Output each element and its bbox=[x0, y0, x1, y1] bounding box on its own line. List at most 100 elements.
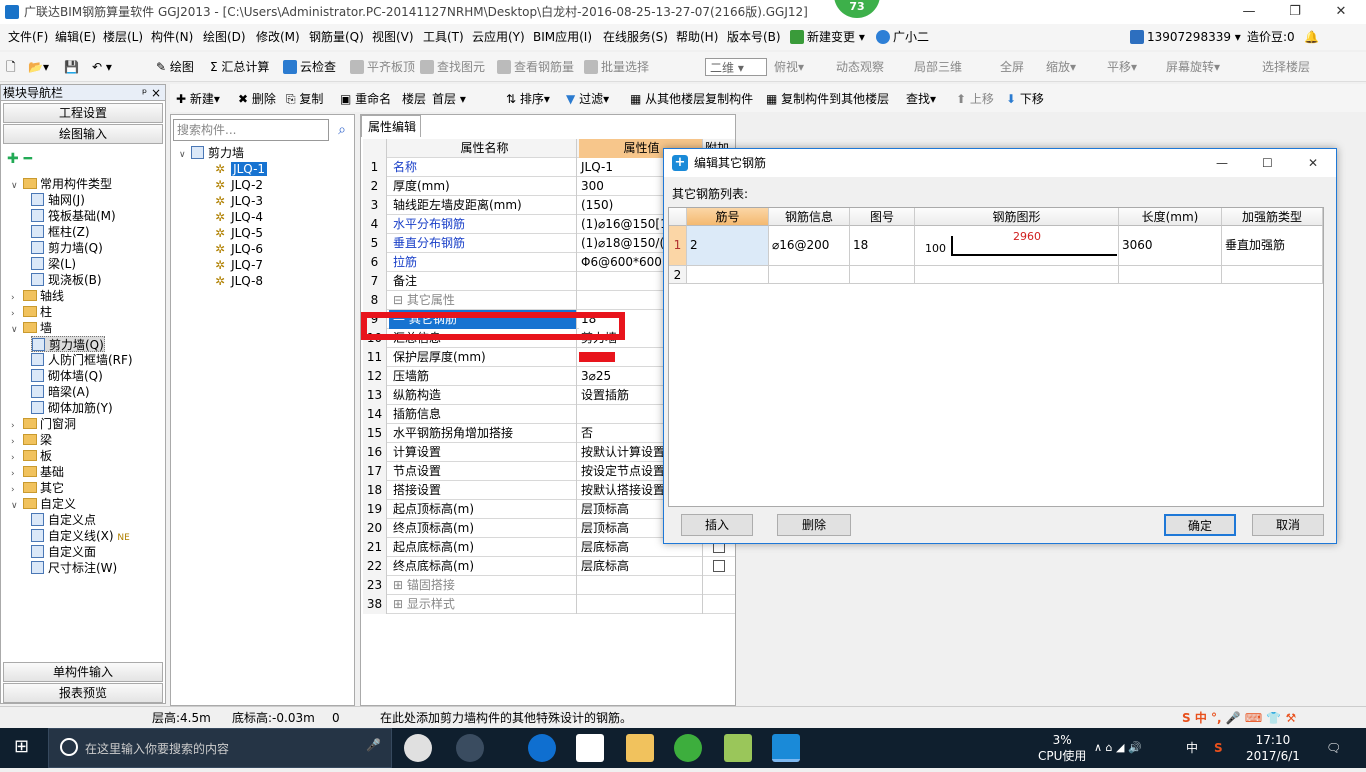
length-cell[interactable] bbox=[1119, 266, 1222, 284]
menu-file[interactable]: 文件(F) bbox=[8, 24, 48, 50]
new-component-button[interactable]: ✚ 新建▾ bbox=[176, 90, 220, 108]
nav-tree-item[interactable]: ∨ 自定义 bbox=[11, 496, 76, 512]
property-row[interactable]: 22 终点底标高(m) 层底标高 bbox=[363, 557, 735, 576]
price-beans[interactable]: 造价豆:0 bbox=[1247, 24, 1295, 50]
open-file-icon[interactable]: 📂▾ bbox=[28, 58, 49, 76]
ok-button[interactable]: 确定 bbox=[1164, 514, 1236, 536]
tab-property-edit[interactable]: 属性编辑 bbox=[361, 115, 421, 137]
view-rebar-qty-button[interactable]: 查看钢筋量 bbox=[497, 58, 574, 76]
expand-chevron-icon[interactable]: ∨ bbox=[11, 322, 21, 338]
rebar-info-cell[interactable] bbox=[769, 266, 850, 284]
cloud-check-button[interactable]: 云检查 bbox=[283, 58, 336, 76]
move-down-button[interactable]: ⬇ 下移 bbox=[1006, 90, 1044, 108]
menu-bim[interactable]: BIM应用(I) bbox=[533, 24, 592, 50]
menu-component[interactable]: 构件(N) bbox=[151, 24, 193, 50]
minimize-button[interactable]: — bbox=[1226, 0, 1272, 24]
nav-tree-item[interactable]: › 板 bbox=[11, 448, 52, 464]
pan-button[interactable]: 平移▾ bbox=[1107, 58, 1137, 76]
expand-chevron-icon[interactable]: ∨ bbox=[11, 498, 21, 514]
menu-online[interactable]: 在线服务(S) bbox=[603, 24, 668, 50]
user-account[interactable]: 13907298339 ▾ bbox=[1130, 24, 1241, 50]
component-item[interactable]: ✲ JLQ-6 bbox=[215, 241, 263, 257]
rename-button[interactable]: ▣ 重命名 bbox=[340, 90, 391, 108]
nav-tree-item[interactable]: 自定义面 bbox=[31, 544, 96, 560]
nav-tree-item[interactable]: 自定义点 bbox=[31, 512, 96, 528]
delete-button[interactable]: 删除 bbox=[777, 514, 851, 536]
menu-rebar[interactable]: 钢筋量(Q) bbox=[309, 24, 364, 50]
component-item[interactable]: ✲ JLQ-4 bbox=[215, 209, 263, 225]
insert-button[interactable]: 插入 bbox=[681, 514, 753, 536]
taskbar-app-green[interactable] bbox=[674, 734, 702, 762]
nav-tree-item[interactable]: › 轴线 bbox=[11, 288, 64, 304]
nav-tree-item[interactable]: 现浇板(B) bbox=[31, 272, 102, 288]
top-view-button[interactable]: 俯视▾ bbox=[774, 58, 804, 76]
expand-collapse-icons[interactable]: ✚ ━ bbox=[7, 151, 32, 167]
property-row[interactable]: 23 ⊞ 锚固搭接 bbox=[363, 576, 735, 595]
copy-component-button[interactable]: ⎘ 复制 bbox=[286, 90, 323, 108]
menu-assistant[interactable]: 广小二 bbox=[876, 24, 929, 50]
draw-input-button[interactable]: 绘图输入 bbox=[3, 124, 163, 144]
bar-no-cell[interactable]: 2 bbox=[687, 226, 769, 266]
single-input-button[interactable]: 单构件输入 bbox=[3, 662, 163, 682]
nav-tree-item[interactable]: 框柱(Z) bbox=[31, 224, 90, 240]
nav-tree-item[interactable]: 筏板基础(M) bbox=[31, 208, 116, 224]
dialog-close-button[interactable]: ✕ bbox=[1308, 149, 1318, 177]
floor-select[interactable]: 首层 ▾ bbox=[432, 90, 492, 108]
menu-cloud[interactable]: 云应用(Y) bbox=[472, 24, 525, 50]
cortana-icon[interactable] bbox=[60, 738, 78, 756]
figure-no-cell[interactable] bbox=[850, 266, 915, 284]
menu-view[interactable]: 视图(V) bbox=[372, 24, 414, 50]
nav-tree-item[interactable]: 剪力墙(Q) bbox=[31, 240, 103, 256]
rebar-shape-cell[interactable] bbox=[915, 266, 1119, 284]
windows-start-icon[interactable]: ⊞ bbox=[14, 736, 29, 757]
reinforce-type-cell[interactable] bbox=[1222, 266, 1323, 284]
nav-tree-item[interactable]: 梁(L) bbox=[31, 256, 76, 272]
ime-indicator[interactable]: 中 bbox=[1186, 728, 1198, 768]
nav-tree-item[interactable]: 轴网(J) bbox=[31, 192, 85, 208]
component-item[interactable]: ✲ JLQ-5 bbox=[215, 225, 263, 241]
component-item[interactable]: ✲ JLQ-3 bbox=[215, 193, 263, 209]
taskbar-app-pinwheel[interactable] bbox=[404, 734, 432, 762]
search-icon[interactable]: ⌕ bbox=[331, 119, 353, 141]
view-mode-select[interactable]: 二维 ▾ bbox=[705, 58, 767, 76]
project-settings-button[interactable]: 工程设置 bbox=[3, 103, 163, 123]
bar-no-cell[interactable] bbox=[687, 266, 769, 284]
menu-modify[interactable]: 修改(M) bbox=[256, 24, 300, 50]
notification-center-icon[interactable]: 🗨 bbox=[1326, 728, 1341, 768]
expand-chevron-icon[interactable]: ∨ bbox=[11, 178, 21, 194]
dialog-maximize-button[interactable]: ☐ bbox=[1262, 149, 1273, 177]
extra-checkbox[interactable] bbox=[713, 560, 725, 572]
save-icon[interactable]: 💾 bbox=[64, 58, 79, 76]
nav-tree-item[interactable]: › 门窗洞 bbox=[11, 416, 76, 432]
menu-edit[interactable]: 编辑(E) bbox=[55, 24, 96, 50]
copy-from-floor-button[interactable]: ▦ 从其他楼层复制构件 bbox=[630, 90, 753, 108]
tray-icons[interactable]: ∧ ⌂ ◢ 🔊 bbox=[1094, 728, 1142, 768]
rebar-info-cell[interactable]: ⌀16@200 bbox=[769, 226, 850, 266]
filter-button[interactable]: ▼ 过滤▾ bbox=[566, 90, 609, 108]
nav-tree-item[interactable]: ∨ 墙 bbox=[11, 320, 52, 336]
nav-tree-item[interactable]: 尺寸标注(W) bbox=[31, 560, 117, 576]
local-3d-button[interactable]: 局部三维 bbox=[914, 58, 962, 76]
flush-slab-button[interactable]: 平齐板顶 bbox=[350, 58, 415, 76]
nav-tree-item[interactable]: 暗梁(A) bbox=[31, 384, 90, 400]
nav-tree-item[interactable]: 自定义线(X) NE bbox=[31, 528, 130, 544]
component-item[interactable]: ✲ JLQ-1 bbox=[215, 161, 268, 177]
taskbar-app-browser[interactable] bbox=[456, 734, 484, 762]
reinforce-type-cell[interactable]: 垂直加强筋 bbox=[1222, 226, 1323, 266]
sort-button[interactable]: ⇅ 排序▾ bbox=[506, 90, 550, 108]
fullscreen-button[interactable]: 全屏 bbox=[1000, 58, 1024, 76]
menu-draw[interactable]: 绘图(D) bbox=[203, 24, 246, 50]
report-preview-button[interactable]: 报表预览 bbox=[3, 683, 163, 703]
bell-icon[interactable]: 🔔 bbox=[1304, 24, 1319, 50]
new-file-icon[interactable]: 🗋 bbox=[6, 58, 16, 76]
microphone-icon[interactable]: 🎤 bbox=[366, 738, 381, 752]
dialog-minimize-button[interactable]: — bbox=[1216, 149, 1228, 177]
sogou-tray-icon[interactable]: S bbox=[1214, 728, 1223, 768]
screen-rotate-button[interactable]: 屏幕旋转▾ bbox=[1166, 58, 1220, 76]
nav-tree-item[interactable]: › 梁 bbox=[11, 432, 52, 448]
edge-icon[interactable] bbox=[528, 734, 556, 762]
cancel-button[interactable]: 取消 bbox=[1252, 514, 1324, 536]
file-explorer-icon[interactable] bbox=[626, 734, 654, 762]
restore-button[interactable]: ❐ bbox=[1272, 0, 1318, 24]
draw-button[interactable]: ✎ 绘图 bbox=[156, 58, 194, 76]
